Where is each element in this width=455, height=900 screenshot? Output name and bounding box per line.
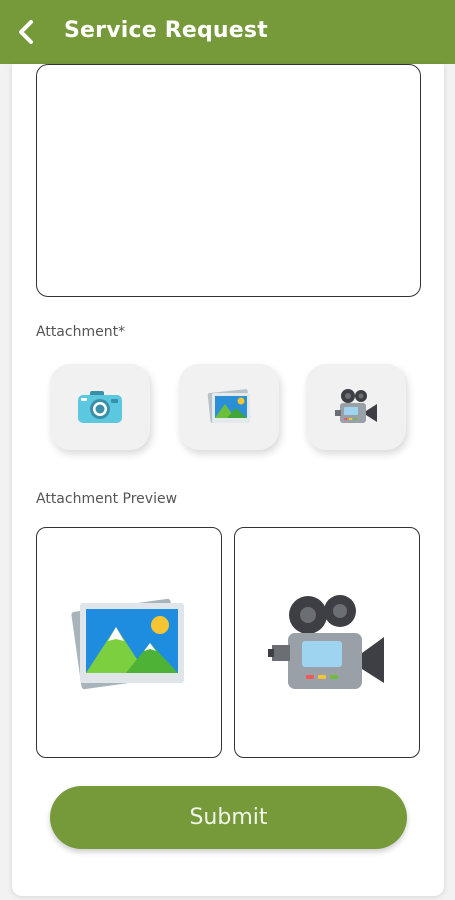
camera-button[interactable] — [50, 364, 150, 450]
gallery-icon — [207, 389, 251, 423]
attachment-preview-label: Attachment Preview — [36, 491, 178, 507]
submit-button[interactable]: Submit — [50, 786, 407, 849]
camera-icon — [78, 391, 122, 423]
attachment-label: Attachment* — [36, 324, 126, 340]
back-button[interactable] — [10, 16, 42, 48]
video-preview[interactable] — [234, 527, 420, 758]
video-preview-icon — [268, 594, 384, 689]
image-preview-icon — [71, 598, 184, 689]
chevron-left-icon — [19, 20, 33, 44]
description-textarea[interactable] — [36, 64, 421, 297]
app-header: Service Request — [0, 0, 455, 64]
video-button[interactable] — [306, 364, 406, 450]
video-camera-icon — [335, 389, 377, 423]
gallery-button[interactable] — [179, 364, 279, 450]
page-title: Service Request — [64, 18, 268, 43]
image-preview[interactable] — [36, 527, 222, 758]
